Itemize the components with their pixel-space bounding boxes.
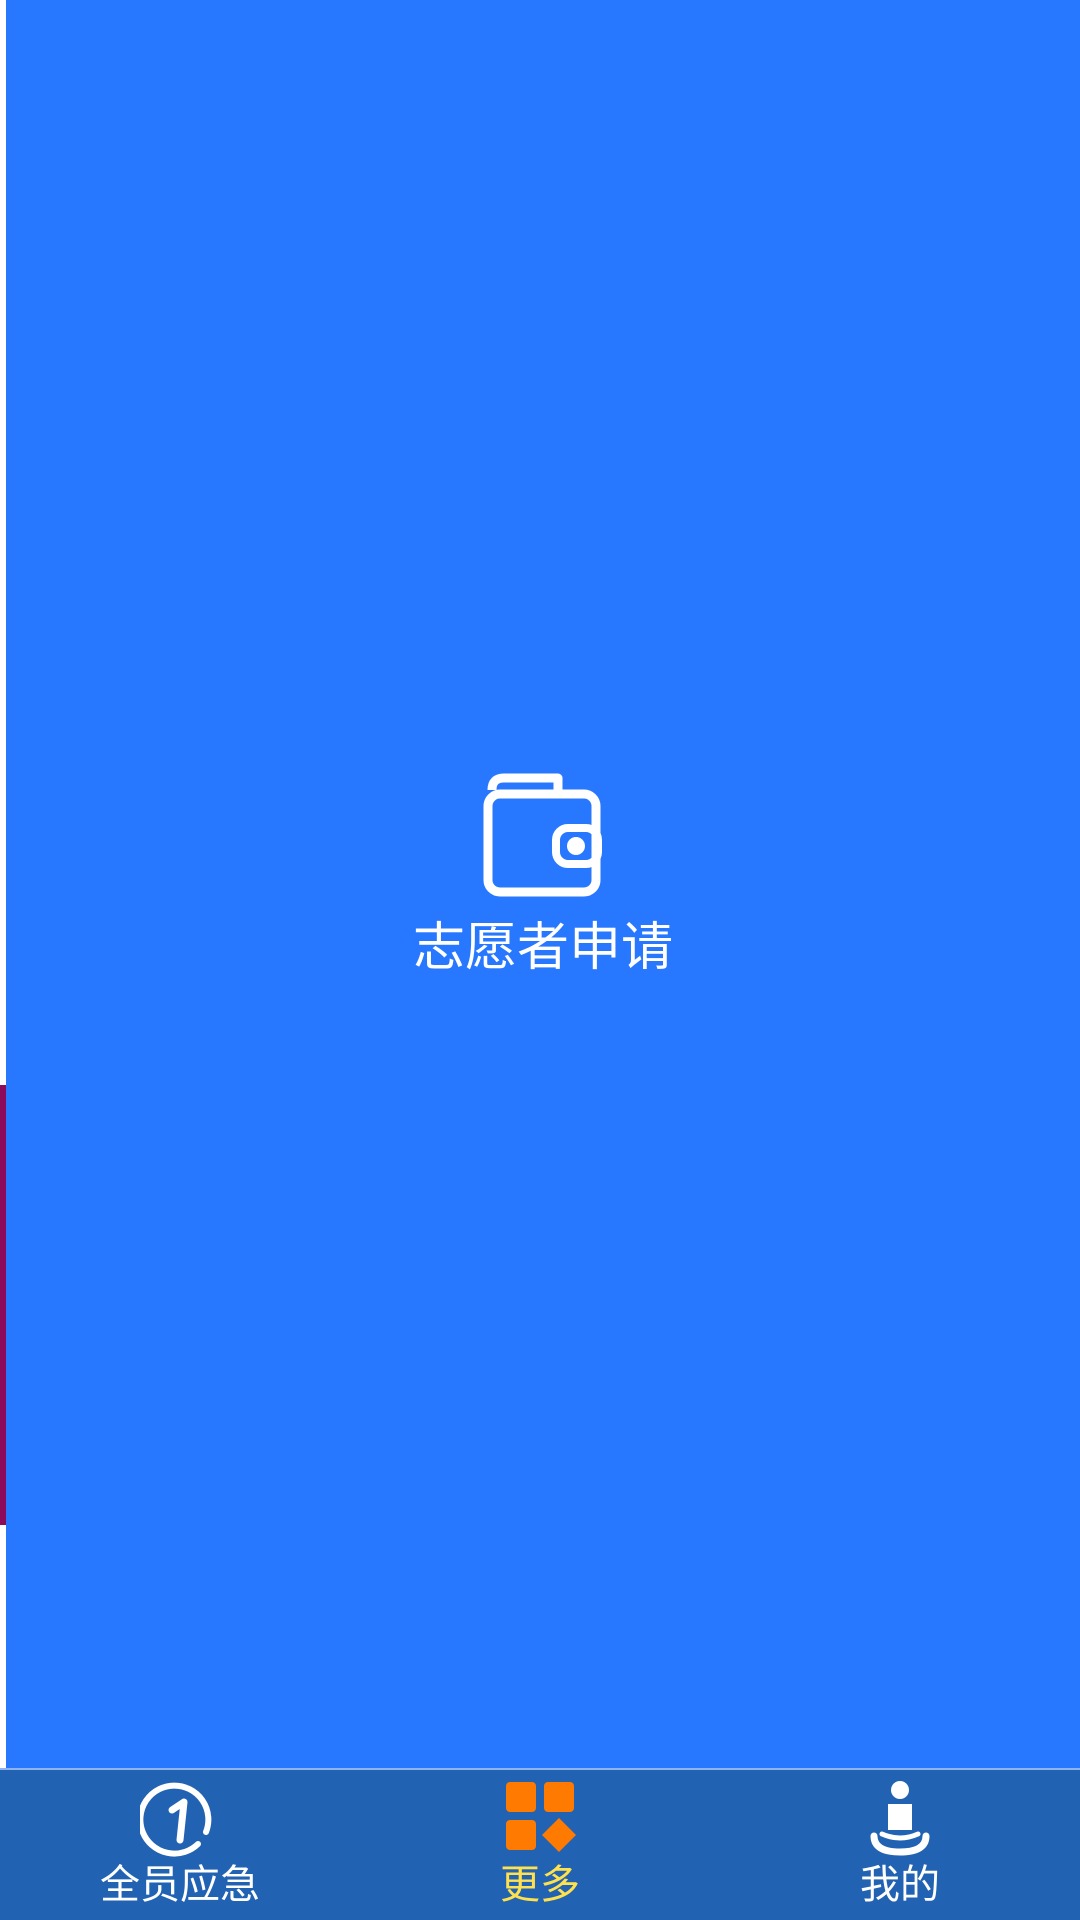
emergency-one-icon	[140, 1782, 212, 1857]
nav-item-emergency[interactable]: 全员应急	[0, 1770, 360, 1920]
person-icon	[870, 1781, 930, 1856]
nav-item-mine[interactable]: 我的	[720, 1770, 1080, 1920]
volunteer-apply-label: 志愿者申请	[412, 918, 674, 978]
more-grid-icon	[506, 1782, 576, 1852]
app-screen: 志愿者申请 全员应急 更多 我的	[0, 0, 1080, 1920]
nav-label-emergency: 全员应急	[100, 1862, 260, 1908]
wallet-icon	[483, 773, 602, 897]
nav-label-more: 更多	[500, 1862, 580, 1908]
nav-label-mine: 我的	[860, 1862, 940, 1908]
volunteer-apply-button[interactable]: 志愿者申请	[413, 770, 673, 978]
main-content: 志愿者申请	[6, 0, 1080, 1768]
nav-item-more[interactable]: 更多	[360, 1770, 720, 1920]
bottom-nav: 全员应急 更多 我的	[0, 1768, 1080, 1920]
